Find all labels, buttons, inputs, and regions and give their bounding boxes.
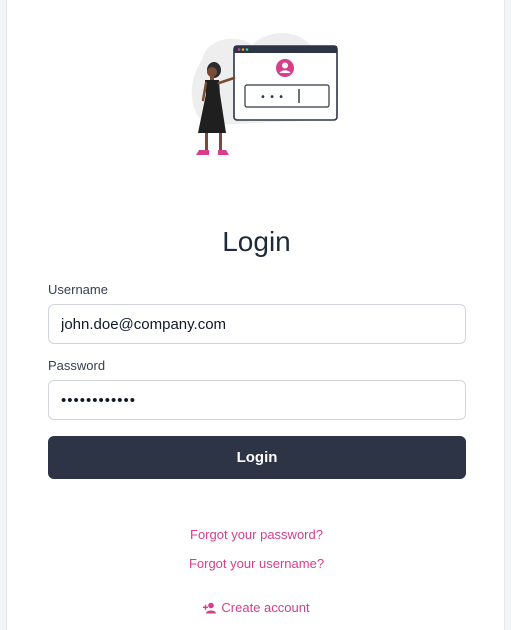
create-account-container: Create account: [7, 600, 506, 619]
login-button[interactable]: Login: [48, 436, 466, 479]
create-account-label: Create account: [221, 600, 310, 615]
password-label: Password: [48, 358, 106, 373]
password-dots: • • •: [260, 92, 284, 103]
forgot-username-link[interactable]: Forgot your username?: [7, 556, 506, 571]
add-user-icon: [203, 602, 217, 613]
login-illustration-icon: • • •: [191, 33, 339, 155]
username-input[interactable]: [48, 304, 466, 344]
create-account-link[interactable]: Create account: [203, 600, 310, 615]
login-card: • • • Login Username Password Login Forg…: [6, 0, 505, 630]
username-label: Username: [48, 282, 108, 297]
page-title: Login: [222, 226, 291, 257]
forgot-password-link[interactable]: Forgot your password?: [7, 527, 506, 542]
password-input[interactable]: [48, 380, 466, 420]
